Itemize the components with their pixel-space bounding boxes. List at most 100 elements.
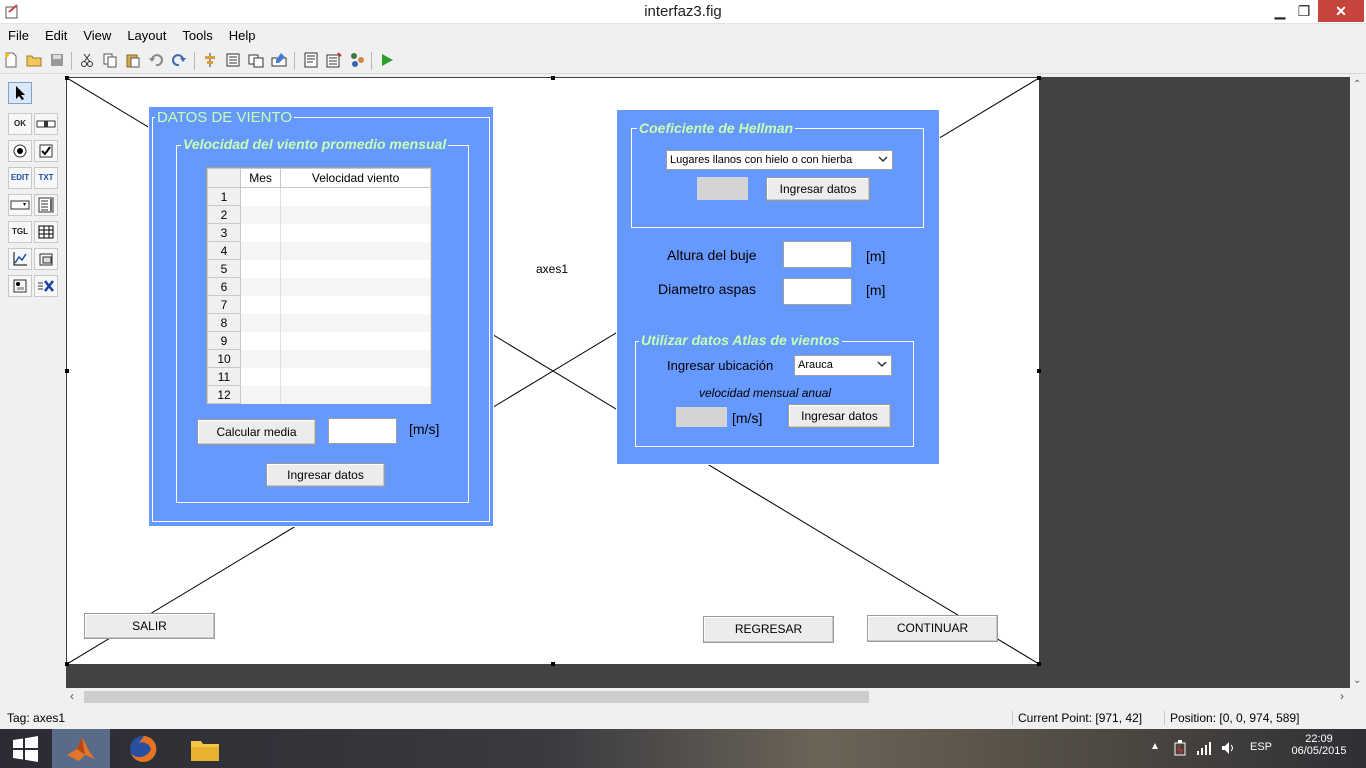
table-row[interactable]: 10: [207, 349, 431, 368]
language-indicator[interactable]: ESP: [1250, 741, 1272, 753]
cell-velocidad[interactable]: [280, 259, 431, 278]
cell-velocidad[interactable]: [280, 241, 431, 260]
scroll-right-icon[interactable]: ›: [1340, 689, 1344, 703]
toolbar-editor-icon[interactable]: [270, 52, 288, 70]
regresar-button[interactable]: REGRESAR: [703, 616, 834, 643]
scroll-up-icon[interactable]: ⌃: [1353, 79, 1361, 90]
save-icon[interactable]: [48, 52, 66, 70]
cut-icon[interactable]: [78, 52, 96, 70]
row-header[interactable]: 2: [207, 205, 241, 224]
column-header-mes[interactable]: Mes: [239, 168, 282, 188]
tab-order-editor-icon[interactable]: [247, 52, 265, 70]
static-text-tool-icon[interactable]: TXT: [34, 167, 58, 189]
row-header[interactable]: 3: [207, 223, 241, 242]
menu-editor-icon[interactable]: [224, 52, 242, 70]
cell-velocidad[interactable]: [280, 223, 431, 242]
cell-mes[interactable]: [240, 367, 282, 386]
scroll-left-icon[interactable]: ‹: [70, 689, 74, 703]
salir-button[interactable]: SALIR: [84, 613, 215, 639]
cell-velocidad[interactable]: [280, 313, 431, 332]
cell-mes[interactable]: [240, 187, 282, 206]
resize-handle[interactable]: [551, 662, 555, 666]
table-row[interactable]: 3: [207, 223, 431, 242]
run-figure-icon[interactable]: [378, 52, 396, 70]
open-folder-icon[interactable]: [25, 52, 43, 70]
table-tool-icon[interactable]: [34, 221, 58, 243]
row-header[interactable]: 5: [207, 259, 241, 278]
cell-velocidad[interactable]: [280, 349, 431, 368]
menu-layout[interactable]: Layout: [119, 25, 174, 46]
horizontal-scroll-thumb[interactable]: [84, 691, 869, 703]
volume-icon[interactable]: [1220, 739, 1236, 760]
scroll-down-icon[interactable]: ⌄: [1353, 675, 1361, 686]
redo-icon[interactable]: [170, 52, 188, 70]
cell-mes[interactable]: [240, 313, 282, 332]
resize-handle[interactable]: [1037, 369, 1041, 373]
table-row[interactable]: 4: [207, 241, 431, 260]
resize-handle[interactable]: [65, 369, 69, 373]
wind-data-table[interactable]: Mes Velocidad viento 1 2 3 4 5 6 7 8 9 10 11 12: [206, 167, 432, 404]
continuar-button[interactable]: CONTINUAR: [867, 615, 998, 642]
panel-tool-icon[interactable]: [34, 248, 58, 270]
row-header[interactable]: 11: [207, 367, 241, 386]
taskbar-firefox-icon[interactable]: [114, 729, 172, 768]
resize-handle[interactable]: [65, 662, 69, 666]
cell-velocidad[interactable]: [280, 385, 431, 404]
table-row[interactable]: 7: [207, 295, 431, 314]
table-row[interactable]: 8: [207, 313, 431, 332]
altura-buje-input[interactable]: [783, 241, 852, 268]
cell-mes[interactable]: [240, 349, 282, 368]
menu-help[interactable]: Help: [221, 25, 264, 46]
table-row[interactable]: 6: [207, 277, 431, 296]
hellman-terrain-dropdown[interactable]: Lugares llanos con hielo o con hierba: [666, 150, 893, 170]
taskbar-matlab-icon[interactable]: [52, 729, 110, 768]
align-objects-icon[interactable]: [201, 52, 219, 70]
network-signal-icon[interactable]: [1196, 739, 1212, 760]
table-row[interactable]: 9: [207, 331, 431, 350]
ingresar-datos-hellman-button[interactable]: Ingresar datos: [766, 177, 870, 201]
undo-icon[interactable]: [147, 52, 165, 70]
windows-start-icon[interactable]: [0, 729, 50, 768]
copy-icon[interactable]: [101, 52, 119, 70]
vertical-scrollbar[interactable]: ⌃ ⌄: [1350, 77, 1366, 688]
row-header[interactable]: 12: [207, 385, 241, 404]
paste-icon[interactable]: [124, 52, 142, 70]
button-group-tool-icon[interactable]: [8, 275, 32, 297]
media-output-field[interactable]: [328, 418, 397, 444]
axes-tool-icon[interactable]: [8, 248, 32, 270]
table-row[interactable]: 11: [207, 367, 431, 386]
table-row[interactable]: 5: [207, 259, 431, 278]
power-icon[interactable]: [1172, 739, 1188, 760]
cell-velocidad[interactable]: [280, 277, 431, 296]
property-inspector-icon[interactable]: [325, 52, 343, 70]
ingresar-datos-atlas-button[interactable]: Ingresar datos: [788, 404, 891, 428]
column-header-velocidad[interactable]: Velocidad viento: [280, 168, 431, 188]
slider-tool-icon[interactable]: [34, 113, 58, 135]
table-row[interactable]: 1: [207, 187, 431, 206]
resize-handle[interactable]: [551, 76, 555, 80]
edit-text-tool-icon[interactable]: EDIT: [8, 167, 32, 189]
menu-tools[interactable]: Tools: [174, 25, 220, 46]
cell-mes[interactable]: [240, 223, 282, 242]
cell-velocidad[interactable]: [280, 205, 431, 224]
minimize-button[interactable]: ▁: [1268, 0, 1292, 22]
menu-edit[interactable]: Edit: [37, 25, 75, 46]
cell-mes[interactable]: [240, 277, 282, 296]
row-header[interactable]: 9: [207, 331, 241, 350]
cell-mes[interactable]: [240, 385, 282, 404]
row-header[interactable]: 4: [207, 241, 241, 260]
cell-mes[interactable]: [240, 331, 282, 350]
checkbox-tool-icon[interactable]: [34, 140, 58, 162]
table-row[interactable]: 2: [207, 205, 431, 224]
listbox-tool-icon[interactable]: [34, 194, 58, 216]
resize-handle[interactable]: [65, 76, 69, 80]
row-header[interactable]: 10: [207, 349, 241, 368]
cell-mes[interactable]: [240, 241, 282, 260]
row-header[interactable]: 1: [207, 187, 241, 206]
close-button[interactable]: ✕: [1318, 0, 1364, 22]
cell-velocidad[interactable]: [280, 295, 431, 314]
cell-mes[interactable]: [240, 205, 282, 224]
maximize-button[interactable]: ❐: [1292, 0, 1316, 22]
cell-mes[interactable]: [240, 259, 282, 278]
row-header[interactable]: 7: [207, 295, 241, 314]
